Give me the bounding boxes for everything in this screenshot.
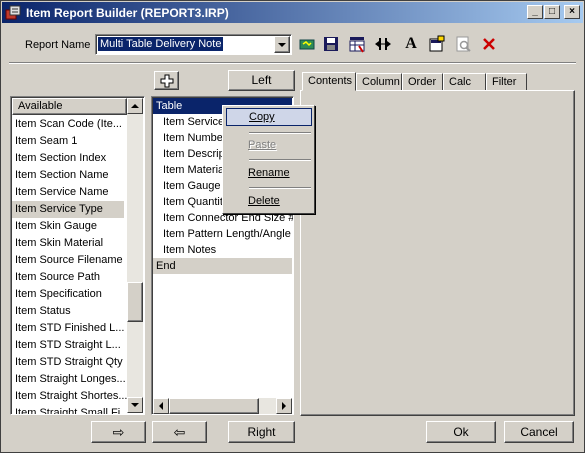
menu-item-delete[interactable]: Delete: [226, 192, 312, 210]
remove-arrow-button[interactable]: ⇦: [152, 421, 207, 443]
cancel-button[interactable]: Cancel: [504, 421, 574, 443]
scroll-right-icon[interactable]: [276, 398, 292, 414]
print-preview-icon[interactable]: [453, 34, 473, 54]
available-item[interactable]: Item Scan Code (Ite...: [12, 116, 124, 133]
available-item[interactable]: Item Service Name: [12, 184, 124, 201]
right-button[interactable]: Right: [228, 421, 295, 443]
available-header-label: Available: [18, 100, 63, 112]
column-width-icon[interactable]: [373, 34, 393, 54]
close-button[interactable]: ×: [564, 5, 580, 19]
tab-calc[interactable]: Calc: [443, 73, 486, 91]
menu-item-delete-label: Delete: [248, 195, 280, 207]
tab-filter[interactable]: Filter: [486, 73, 527, 91]
available-item[interactable]: Item Section Name: [12, 167, 124, 184]
tab-order[interactable]: Order: [402, 73, 443, 91]
window-title: Item Report Builder (REPORT3.IRP): [26, 6, 229, 20]
available-item[interactable]: Item STD Straight L...: [12, 337, 124, 354]
available-item[interactable]: Item STD Finished L...: [12, 320, 124, 337]
properties-icon[interactable]: [427, 34, 447, 54]
scroll-up-icon[interactable]: [127, 98, 143, 114]
menu-separator: [249, 159, 311, 161]
report-field-item[interactable]: Item Pattern Length/Angle: [153, 226, 292, 242]
report-name-label: Report Name: [25, 39, 91, 51]
available-item[interactable]: Item Skin Gauge: [12, 218, 124, 235]
available-item[interactable]: Item Source Filename: [12, 252, 124, 269]
app-icon: [5, 5, 21, 20]
menu-item-rename-label: Rename: [248, 167, 290, 179]
font-icon[interactable]: A: [401, 34, 421, 54]
h-scroll-thumb[interactable]: [169, 398, 259, 414]
available-header[interactable]: Available: [12, 98, 127, 115]
add-field-button[interactable]: [154, 71, 179, 90]
available-scrollbar[interactable]: [127, 114, 143, 398]
available-item[interactable]: Item Straight Shortes...: [12, 388, 128, 405]
report-name-combo[interactable]: Multi Table Delivery Note: [95, 34, 292, 55]
save-icon[interactable]: [321, 34, 341, 54]
left-button[interactable]: Left: [228, 70, 295, 91]
title-bar[interactable]: Item Report Builder (REPORT3.IRP) _ □ ×: [2, 2, 583, 23]
available-item[interactable]: Item Section Index: [12, 150, 124, 167]
ok-button[interactable]: Ok: [426, 421, 496, 443]
available-item[interactable]: Item Specification: [12, 286, 124, 303]
horizontal-scrollbar[interactable]: [153, 398, 292, 414]
tab-contents[interactable]: Contents: [302, 72, 356, 91]
menu-item-rename[interactable]: Rename: [226, 164, 312, 182]
report-builder-window: Item Report Builder (REPORT3.IRP) _ □ × …: [0, 0, 585, 453]
toolbar-separator: [9, 62, 576, 64]
available-item[interactable]: Item Seam 1: [12, 133, 124, 150]
minimize-button[interactable]: _: [527, 5, 543, 19]
add-arrow-button[interactable]: ⇨: [91, 421, 146, 443]
table-end-row[interactable]: End: [153, 258, 292, 274]
menu-item-paste: Paste: [226, 136, 312, 154]
available-item[interactable]: Item Service Type: [12, 201, 124, 218]
scroll-left-icon[interactable]: [153, 398, 169, 414]
new-report-icon[interactable]: [297, 34, 317, 54]
available-list[interactable]: Available Item Scan Code (Ite... Item Sea…: [10, 96, 145, 415]
menu-separator: [249, 187, 311, 189]
available-item[interactable]: Item Status: [12, 303, 124, 320]
available-item[interactable]: Item Straight Longes...: [12, 371, 126, 388]
chevron-down-icon[interactable]: [274, 36, 290, 53]
plus-icon: [160, 74, 173, 88]
delete-icon[interactable]: [479, 34, 499, 54]
scroll-down-icon[interactable]: [127, 397, 143, 413]
properties-panel: [300, 90, 575, 416]
maximize-button[interactable]: □: [544, 5, 560, 19]
available-item[interactable]: Item STD Straight Qty: [12, 354, 124, 371]
menu-item-copy[interactable]: Copy: [226, 108, 312, 126]
context-menu: Copy Paste Rename Delete: [222, 105, 315, 214]
tab-column[interactable]: Column: [356, 73, 402, 91]
grid-icon[interactable]: [347, 34, 367, 54]
menu-item-paste-label: Paste: [248, 139, 277, 151]
report-name-value[interactable]: Multi Table Delivery Note: [98, 37, 224, 51]
menu-item-copy-label: Copy: [249, 111, 275, 123]
available-item[interactable]: Item Straight Small Fi...: [12, 405, 129, 414]
available-item[interactable]: Item Skin Material: [12, 235, 124, 252]
available-item[interactable]: Item Source Path: [12, 269, 124, 286]
report-field-item[interactable]: Item Notes: [153, 242, 292, 258]
menu-separator: [249, 132, 311, 134]
scroll-thumb[interactable]: [127, 282, 143, 322]
